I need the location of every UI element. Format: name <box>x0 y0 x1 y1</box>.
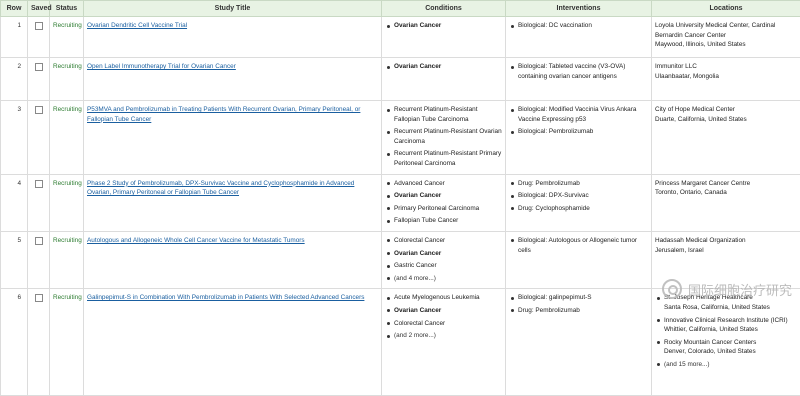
location-name: Loyola University Medical Center, Cardin… <box>655 21 797 40</box>
interventions-list: Biological: Tableted vaccine (V3-OVA) co… <box>509 62 648 81</box>
col-header-interventions[interactable]: Interventions <box>506 1 652 17</box>
interventions-list: Biological: Autologous or Allogeneic tum… <box>509 236 648 255</box>
interventions-list: Biological: galinpepimut-S Drug: Pembrol… <box>509 293 648 315</box>
condition-item: Fallopian Tube Cancer <box>394 216 502 226</box>
condition-item: Primary Peritoneal Carcinoma <box>394 204 502 214</box>
condition-item: Recurrent Platinum-Resistant Primary Per… <box>394 149 502 168</box>
location-name: Rocky Mountain Cancer Centers <box>664 339 756 346</box>
more-conditions-link[interactable]: (and 2 more...) <box>394 331 502 341</box>
condition-item: Acute Myelogenous Leukemia <box>394 293 502 303</box>
condition-item: Ovarian Cancer <box>394 62 502 72</box>
condition-item: Gastric Cancer <box>394 261 502 271</box>
intervention-item: Biological: Tableted vaccine (V3-OVA) co… <box>518 62 648 81</box>
conditions-list: Advanced Cancer Ovarian Cancer Primary P… <box>385 179 502 226</box>
location-place: Duarte, California, United States <box>655 115 797 125</box>
conditions-list: Ovarian Cancer <box>385 62 502 72</box>
table-row: 4 Recruiting Phase 2 Study of Pembrolizu… <box>1 174 800 231</box>
save-checkbox[interactable] <box>35 237 43 245</box>
location-name: Hadassah Medical Organization <box>655 236 797 246</box>
status-text: Recruiting <box>50 101 84 175</box>
location-place: Whittier, California, United States <box>664 326 758 333</box>
condition-item: Colorectal Cancer <box>394 319 502 329</box>
study-title-link[interactable]: Phase 2 Study of Pembrolizumab, DPX-Surv… <box>87 180 354 197</box>
conditions-list: Colorectal Cancer Ovarian Cancer Gastric… <box>385 236 502 283</box>
condition-item: Advanced Cancer <box>394 179 502 189</box>
intervention-item: Biological: DC vaccination <box>518 21 648 31</box>
col-header-saved[interactable]: Saved <box>28 1 50 17</box>
status-text: Recruiting <box>50 17 84 58</box>
condition-item: Recurrent Platinum-Resistant Ovarian Car… <box>394 127 502 146</box>
status-text: Recruiting <box>50 174 84 231</box>
study-title-link[interactable]: Ovarian Dendritic Cell Vaccine Trial <box>87 22 187 29</box>
col-header-status[interactable]: Status <box>50 1 84 17</box>
table-row: 3 Recruiting P53MVA and Pembrolizumab in… <box>1 101 800 175</box>
intervention-item: Biological: DPX-Survivac <box>518 191 648 201</box>
table-row: 1 Recruiting Ovarian Dendritic Cell Vacc… <box>1 17 800 58</box>
row-number: 5 <box>1 231 28 288</box>
condition-item: Recurrent Platinum-Resistant Fallopian T… <box>394 105 502 124</box>
intervention-item: Biological: Autologous or Allogeneic tum… <box>518 236 648 255</box>
more-conditions-link[interactable]: (and 4 more...) <box>394 274 502 284</box>
row-number: 6 <box>1 289 28 396</box>
location-item: Innovative Clinical Research Institute (… <box>664 316 797 335</box>
location-name: Immunitor LLC <box>655 62 797 72</box>
condition-item: Ovarian Cancer <box>394 21 502 31</box>
conditions-list: Ovarian Cancer <box>385 21 502 31</box>
watermark-text: 国际细胞治疗研究 <box>688 280 792 299</box>
row-number: 3 <box>1 101 28 175</box>
study-title-link[interactable]: Galinpepimut-S in Combination With Pembr… <box>87 294 364 301</box>
status-text: Recruiting <box>50 231 84 288</box>
study-title-link[interactable]: P53MVA and Pembrolizumab in Treating Pat… <box>87 106 360 123</box>
status-text: Recruiting <box>50 58 84 101</box>
condition-item: Ovarian Cancer <box>394 191 502 201</box>
watermark: 国际细胞治疗研究 <box>662 279 792 299</box>
save-checkbox[interactable] <box>35 106 43 114</box>
col-header-locations[interactable]: Locations <box>652 1 800 17</box>
study-title-link[interactable]: Open Label Immunotherapy Trial for Ovari… <box>87 63 236 70</box>
location-name: Princess Margaret Cancer Centre <box>655 179 797 189</box>
location-name: City of Hope Medical Center <box>655 105 797 115</box>
intervention-item: Drug: Pembrolizumab <box>518 179 648 189</box>
intervention-item: Biological: galinpepimut-S <box>518 293 648 303</box>
intervention-item: Biological: Modified Vaccinia Virus Anka… <box>518 105 648 124</box>
row-number: 2 <box>1 58 28 101</box>
location-item: Rocky Mountain Cancer Centers Denver, Col… <box>664 338 797 357</box>
study-title-link[interactable]: Autologous and Allogeneic Whole Cell Can… <box>87 237 305 244</box>
locations-list: St. Joseph Heritage HealthcareSanta Rosa… <box>655 293 797 369</box>
interventions-list: Biological: DC vaccination <box>509 21 648 31</box>
save-checkbox[interactable] <box>35 180 43 188</box>
intervention-item: Drug: Pembrolizumab <box>518 306 648 316</box>
condition-item: Ovarian Cancer <box>394 306 502 316</box>
col-header-row[interactable]: Row <box>1 1 28 17</box>
row-number: 4 <box>1 174 28 231</box>
save-checkbox[interactable] <box>35 22 43 30</box>
save-checkbox[interactable] <box>35 294 43 302</box>
more-locations-link[interactable]: (and 15 more...) <box>664 360 797 370</box>
intervention-item: Biological: Pembrolizumab <box>518 127 648 137</box>
table-row: 6 Recruiting Galinpepimut-S in Combinati… <box>1 289 800 396</box>
location-place: Ulaanbaatar, Mongolia <box>655 72 797 82</box>
location-place: Maywood, Illinois, United States <box>655 40 797 50</box>
results-table: Row Saved Status Study Title Conditions … <box>0 0 800 396</box>
save-checkbox[interactable] <box>35 63 43 71</box>
location-place: Toronto, Ontario, Canada <box>655 188 797 198</box>
location-place: Jerusalem, Israel <box>655 246 797 256</box>
conditions-list: Acute Myelogenous Leukemia Ovarian Cance… <box>385 293 502 340</box>
table-row: 2 Recruiting Open Label Immunotherapy Tr… <box>1 58 800 101</box>
interventions-list: Biological: Modified Vaccinia Virus Anka… <box>509 105 648 137</box>
header-row: Row Saved Status Study Title Conditions … <box>1 1 800 17</box>
interventions-list: Drug: Pembrolizumab Biological: DPX-Surv… <box>509 179 648 214</box>
condition-item: Colorectal Cancer <box>394 236 502 246</box>
col-header-conditions[interactable]: Conditions <box>382 1 506 17</box>
location-name: Innovative Clinical Research Institute (… <box>664 317 788 324</box>
status-text: Recruiting <box>50 289 84 396</box>
intervention-item: Drug: Cyclophosphamide <box>518 204 648 214</box>
location-place: Santa Rosa, California, United States <box>664 304 770 311</box>
location-place: Denver, Colorado, United States <box>664 348 756 355</box>
col-header-title[interactable]: Study Title <box>84 1 382 17</box>
row-number: 1 <box>1 17 28 58</box>
condition-item: Ovarian Cancer <box>394 249 502 259</box>
wechat-logo-icon <box>662 279 682 299</box>
conditions-list: Recurrent Platinum-Resistant Fallopian T… <box>385 105 502 169</box>
